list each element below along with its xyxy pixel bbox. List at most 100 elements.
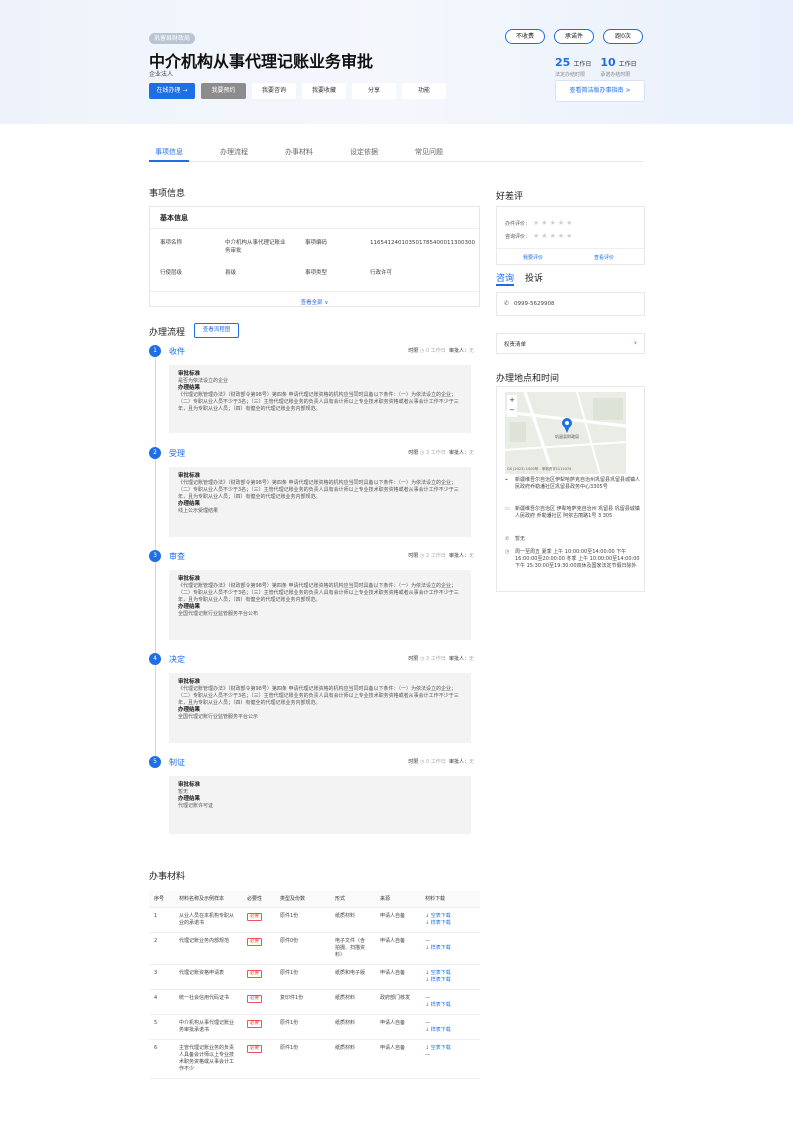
tab-materials[interactable]: 办事材料	[279, 144, 319, 162]
table-row: 2 代理记账业务内部规范 必要 原件0份 电子文件（含拍摄、扫描资料） 申请人自备 — ↓ 样…	[149, 932, 480, 965]
info-key: 行使层级	[160, 270, 183, 276]
step-number: 4	[149, 653, 161, 665]
step-detail: 审批标准 《代理记账管理办法》（财政部令第98号）第四条 申请代理记账资格的机构…	[169, 467, 471, 537]
required-badge: 必要	[247, 969, 262, 978]
material-form: 纸质材料	[330, 1039, 375, 1079]
clock-icon: ◷	[420, 759, 425, 765]
function-button[interactable]: 功能	[402, 83, 446, 99]
material-number: 6	[149, 1039, 174, 1079]
consult-button[interactable]: 我要咨询	[252, 83, 296, 99]
blank-form-download-link[interactable]: ↓ 空表下载	[425, 1045, 480, 1052]
step-number: 3	[149, 550, 161, 562]
star-rating-icon: ★★★★★	[533, 232, 575, 240]
info-key: 事项名称	[160, 240, 183, 246]
material-type: 原件1份	[275, 1014, 330, 1040]
clock-icon: ◷	[420, 348, 425, 354]
info-key: 事项类型	[305, 270, 328, 276]
material-number: 4	[149, 989, 174, 1015]
required-cell: 必要	[242, 989, 275, 1015]
tab-faq[interactable]: 常见问题	[409, 144, 449, 162]
power-list-link[interactable]: 权责清单 ›	[496, 333, 645, 354]
step-name: 制证	[169, 758, 185, 767]
tab-process[interactable]: 办理流程	[214, 144, 254, 162]
step-meta: 时限 ◷ 0 工作日 审批人：无	[408, 759, 474, 765]
sample-download-link[interactable]: ↓ 样表下载	[425, 1027, 480, 1034]
tab-complain[interactable]: 投诉	[525, 271, 543, 284]
appointment-button[interactable]: 我要预约	[201, 83, 246, 99]
material-name: 代理记账业务内部规范	[174, 932, 242, 965]
map-label: 巩留县财政局	[555, 434, 579, 439]
rate-link[interactable]: 我要评价	[523, 254, 543, 261]
info-value: 116541240103501785400011300300	[370, 240, 475, 246]
no-blank-form: —	[425, 994, 430, 1001]
address-detail-item: ▭ 新疆维吾尔自治区 伊犁哈萨克自治州 巩留县 巩留县城镇人民政府 乔勒潘社区 阿…	[505, 506, 640, 519]
no-sample-form: —	[425, 1051, 430, 1058]
required-badge: 必要	[247, 1044, 262, 1053]
rating-row: 办件评价： ★★★★★	[505, 219, 575, 227]
clock-icon: ◷	[420, 553, 425, 559]
material-type: 原件1份	[275, 907, 330, 933]
sample-download-link[interactable]: ↓ 样表下载	[425, 920, 480, 927]
page-title: 中介机构从事代理记账业务审批	[149, 52, 374, 71]
promised-time-limit: 10 工作日 承诺办结时限	[600, 56, 637, 78]
blank-form-download-link[interactable]: ↓ 空表下载	[425, 970, 480, 977]
table-row: 3 代理记账资格申请表 必要 原件1份 纸质和电子版 申请人自备 ↓ 空表下载 ↓ 样表下载	[149, 964, 480, 990]
blank-form-download-link[interactable]: ↓ 空表下载	[425, 913, 480, 920]
clock-icon: ◷	[420, 450, 425, 456]
required-cell: 必要	[242, 1039, 275, 1079]
table-row: 4 统一社会信用代码证书 必要 复印件1份 纸质材料 政府部门核发 — ↓ 样表下载	[149, 989, 480, 1015]
table-header-row: 序号 材料名称及示例样本 必要性 类型及份数 形式 来源 材料下载	[149, 891, 480, 908]
download-cell: ↓ 空表下载 ↓ 样表下载	[420, 964, 480, 990]
table-row: 6 主管代理记账业务的负责人具备会计师以上专业技术职务资格或从事会计工作不少 必要 原…	[149, 1039, 480, 1079]
required-cell: 必要	[242, 932, 275, 965]
phone-number: 0999-5629908	[514, 301, 555, 307]
table-row: 5 中介机构从事代理记账业务审批承诺书 必要 原件1份 纸质材料 申请人自备 — ↓ 样表下载	[149, 1014, 480, 1040]
map-zoom-control[interactable]: + −	[507, 395, 517, 417]
info-value: 县级	[225, 270, 237, 276]
location-map[interactable]: + − 巩留县财政局 GS (2023) 1500号 - 甲测资字1111074	[505, 392, 626, 474]
no-blank-form: —	[425, 1019, 430, 1026]
view-ratings-link[interactable]: 查看评价	[594, 254, 614, 261]
simple-guide-link[interactable]: 查看简洁版办事指南 >	[555, 80, 645, 102]
material-type: 原件1份	[275, 1039, 330, 1079]
view-all-link[interactable]: 查看全部 ∨	[150, 291, 479, 307]
phone-icon: ✆	[505, 536, 510, 542]
power-list-label: 权责清单	[504, 342, 527, 348]
tab-item-info[interactable]: 事项信息	[149, 144, 189, 162]
required-badge: 必要	[247, 1019, 262, 1028]
contact-item: ✆ 暂无	[505, 536, 526, 542]
building-icon: ▭	[505, 506, 510, 512]
no-blank-form: —	[425, 937, 430, 944]
online-apply-button[interactable]: 在线办理 →	[149, 83, 195, 99]
hours-item: ◷ 周一至周五 夏季 上午 10:00:00至14:00:00 下午 16:00:…	[505, 549, 640, 569]
step-detail: 审批标准 《代理记账管理办法》（财政部令第98号）第四条 申请代理记账资格的机构…	[169, 673, 471, 743]
share-button[interactable]: 分享	[352, 83, 396, 99]
basic-info-box: 基本信息 事项名称 中介机构从事代理记账业务审批 事项编码 1165412401…	[149, 206, 480, 307]
view-flowchart-button[interactable]: 查看流程图	[194, 323, 239, 338]
material-source: 申请人自备	[375, 1014, 420, 1040]
material-source: 政府部门核发	[375, 989, 420, 1015]
basic-info-title: 基本信息	[150, 207, 479, 229]
step-meta: 时限 ◷ 2 工作日 审批人：无	[408, 553, 474, 559]
material-type: 原件0份	[275, 932, 330, 965]
tab-basis[interactable]: 设定依据	[344, 144, 384, 162]
material-form: 电子文件（含拍摄、扫描资料）	[330, 932, 375, 965]
legal-time-limit: 25 工作日 法定办结时限	[555, 56, 592, 78]
material-name: 主管代理记账业务的负责人具备会计师以上专业技术职务资格或从事会计工作不少	[174, 1039, 242, 1079]
sample-download-link[interactable]: ↓ 样表下载	[425, 945, 480, 952]
material-form: 纸质材料	[330, 907, 375, 933]
process-heading: 办理流程	[149, 328, 186, 338]
material-type: 复印件1份	[275, 989, 330, 1015]
process-step: 4 决定 时限 ◷ 3 工作日 审批人：无 审批标准 《代理记账管理办法》（财政…	[149, 653, 480, 743]
required-badge: 必要	[247, 994, 262, 1003]
required-cell: 必要	[242, 907, 275, 933]
sample-download-link[interactable]: ↓ 样表下载	[425, 1002, 480, 1009]
material-name: 从业人员在本机构专职从业的承诺书	[174, 907, 242, 933]
material-source: 申请人自备	[375, 907, 420, 933]
tab-consult[interactable]: 咨询	[496, 271, 515, 286]
favorite-button[interactable]: 我要收藏	[302, 83, 346, 99]
step-name: 受理	[169, 449, 185, 458]
required-cell: 必要	[242, 964, 275, 990]
sample-download-link[interactable]: ↓ 样表下载	[425, 977, 480, 984]
divider	[497, 248, 644, 249]
